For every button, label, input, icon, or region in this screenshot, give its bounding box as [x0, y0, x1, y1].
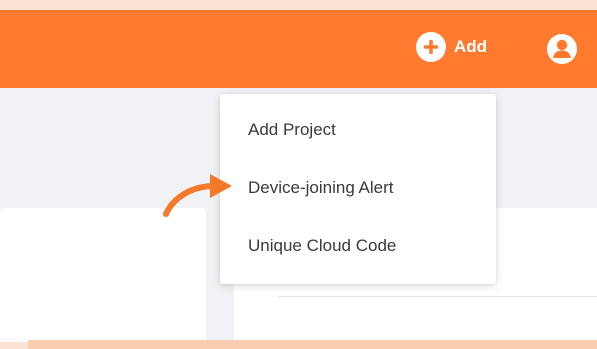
menu-item-add-project[interactable]: Add Project: [220, 110, 496, 150]
user-avatar[interactable]: [547, 34, 577, 64]
panel-divider: [278, 296, 597, 297]
frame-bottom-strip: [28, 340, 597, 349]
plus-circle-icon: [416, 32, 446, 62]
user-icon: [553, 39, 571, 58]
add-dropdown-menu: Add Project Device-joining Alert Unique …: [220, 94, 496, 284]
add-button[interactable]: Add: [416, 32, 487, 62]
menu-item-unique-cloud-code[interactable]: Unique Cloud Code: [220, 226, 496, 266]
add-button-label: Add: [454, 37, 488, 56]
menu-item-device-joining-alert[interactable]: Device-joining Alert: [220, 168, 496, 208]
top-header: Add: [0, 10, 597, 88]
app-viewport: Add Add Project Device-joining Alert Uni…: [0, 10, 597, 342]
curved-arrow-icon: [163, 174, 232, 217]
left-panel: [0, 208, 206, 342]
